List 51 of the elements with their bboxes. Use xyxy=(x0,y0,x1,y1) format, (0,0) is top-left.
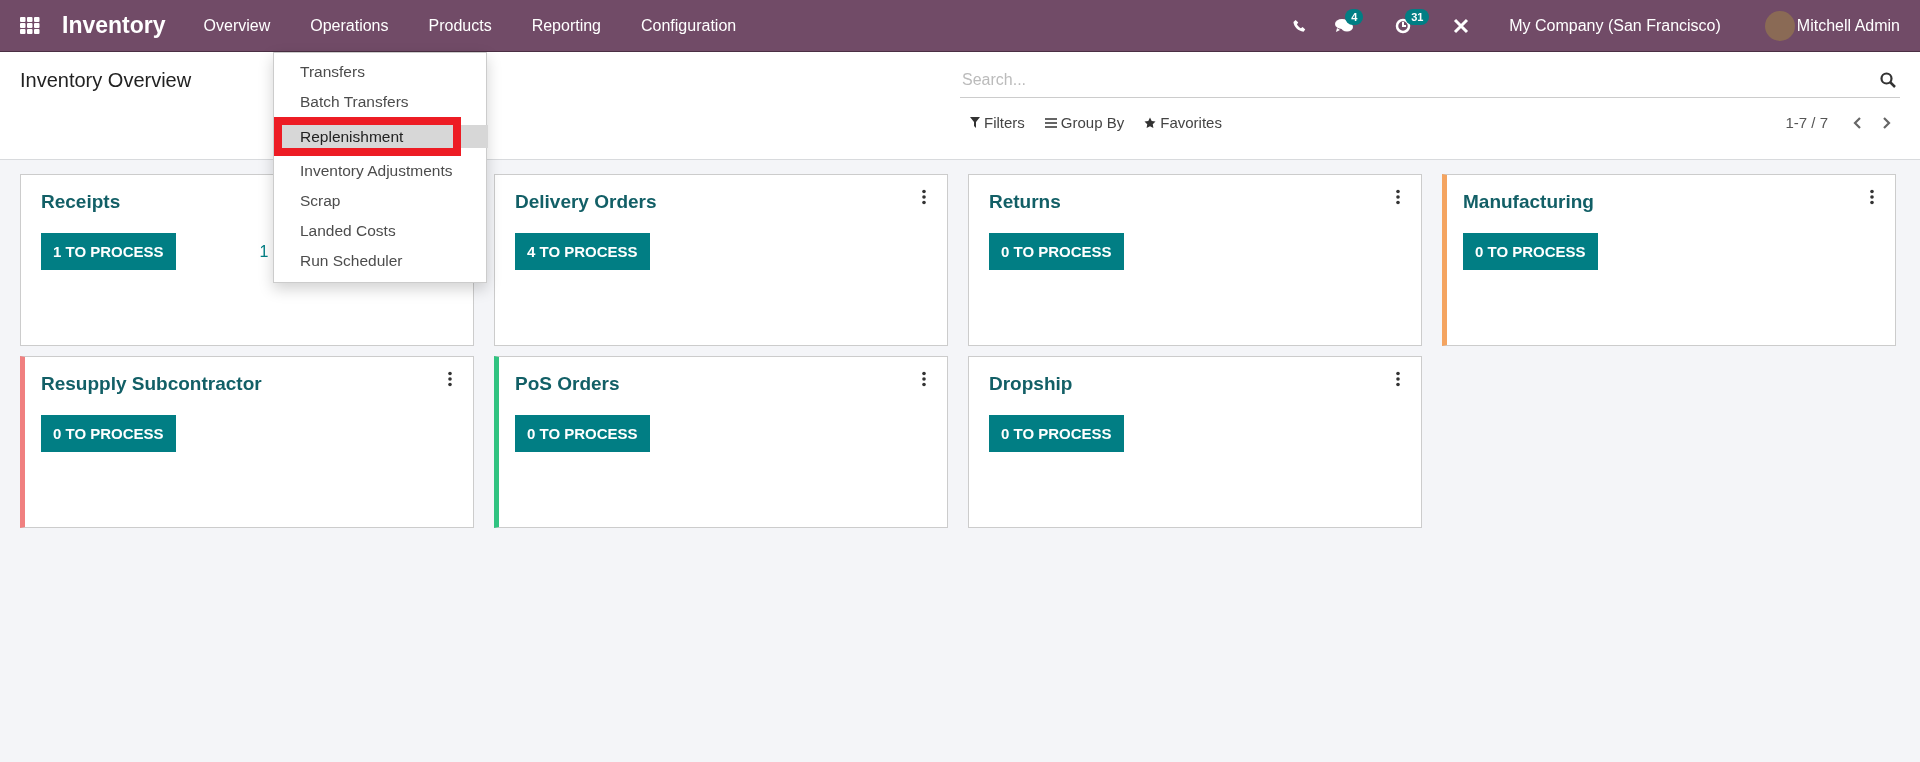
to-process-button[interactable]: 0 TO PROCESS xyxy=(41,415,176,452)
kebab-menu-icon[interactable] xyxy=(1869,189,1875,205)
to-process-button[interactable]: 0 TO PROCESS xyxy=(989,415,1124,452)
dropdown-item[interactable]: Transfers xyxy=(274,57,486,87)
message-count-badge: 4 xyxy=(1345,8,1364,25)
kebab-menu-icon[interactable] xyxy=(1395,371,1401,387)
to-process-button[interactable]: 0 TO PROCESS xyxy=(515,415,650,452)
to-process-button[interactable]: 4 TO PROCESS xyxy=(515,233,650,270)
search-field[interactable]: Search... xyxy=(960,62,1900,98)
list-icon xyxy=(1044,117,1057,128)
card-title[interactable]: Returns xyxy=(989,191,1061,213)
apps-menu-icon[interactable] xyxy=(20,16,40,35)
filters-button[interactable]: Filters xyxy=(960,110,1035,135)
kebab-menu-icon[interactable] xyxy=(921,189,927,205)
to-process-button[interactable]: 0 TO PROCESS xyxy=(1463,233,1598,270)
menu-item[interactable]: Operations xyxy=(290,0,409,52)
to-process-button[interactable]: 0 TO PROCESS xyxy=(989,233,1124,270)
phone-icon[interactable] xyxy=(1293,18,1308,33)
tools-icon[interactable] xyxy=(1453,17,1470,34)
card-title[interactable]: Manufacturing xyxy=(1463,191,1594,213)
company-switcher[interactable]: My Company (San Francisco) xyxy=(1483,16,1735,35)
card-title[interactable]: Delivery Orders xyxy=(515,191,657,213)
card-title[interactable]: PoS Orders xyxy=(515,373,620,395)
star-icon xyxy=(1144,116,1157,129)
dropdown-item[interactable]: Scrap xyxy=(274,186,486,216)
search-icon[interactable] xyxy=(1880,72,1896,88)
menu-item[interactable]: Reporting xyxy=(511,0,621,52)
card-title[interactable]: Dropship xyxy=(989,373,1073,395)
user-name[interactable]: Mitchell Admin xyxy=(1796,16,1900,35)
group-by-button[interactable]: Group By xyxy=(1034,110,1135,135)
dropdown-item[interactable]: Batch Transfers xyxy=(274,87,486,117)
pager-value: 1-7 / 7 xyxy=(1785,114,1828,131)
dropdown-item[interactable]: Inventory Adjustments xyxy=(274,156,486,186)
kebab-menu-icon[interactable] xyxy=(447,371,453,387)
activity-count-badge: 31 xyxy=(1405,8,1430,25)
app-name[interactable]: Inventory xyxy=(62,12,166,39)
favorites-button[interactable]: Favorites xyxy=(1134,110,1232,135)
menu-item[interactable]: Configuration xyxy=(621,0,757,52)
kebab-menu-icon[interactable] xyxy=(1395,189,1401,205)
page-title: Inventory Overview xyxy=(20,69,192,92)
menu-item[interactable]: Overview xyxy=(183,0,291,52)
dropdown-item[interactable]: Run Scheduler xyxy=(274,246,486,276)
clock-icon[interactable] xyxy=(1395,17,1412,34)
card-title[interactable]: Resupply Subcontractor xyxy=(41,373,262,395)
to-process-button[interactable]: 1 TO PROCESS xyxy=(41,233,176,270)
card-title[interactable]: Receipts xyxy=(41,191,121,213)
card-link[interactable]: 1 xyxy=(259,242,269,261)
filter-icon xyxy=(970,117,980,128)
dropdown-item[interactable]: Landed Costs xyxy=(274,216,486,246)
menu-item[interactable]: Products xyxy=(408,0,512,52)
kebab-menu-icon[interactable] xyxy=(921,371,927,387)
